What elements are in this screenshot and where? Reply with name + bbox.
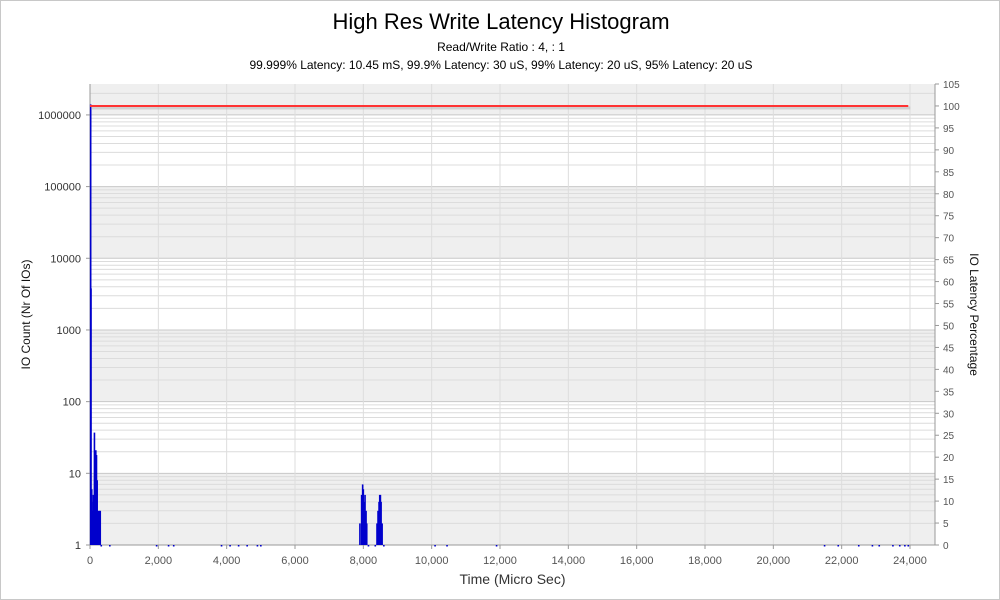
y2-tick-label: 80: [943, 190, 955, 201]
y2-tick-label: 100: [943, 102, 960, 113]
y-tick-label: 100: [63, 397, 81, 409]
histogram-bar: [237, 545, 240, 547]
x-tick-label: 6,000: [281, 555, 309, 567]
histogram-bar: [374, 545, 377, 547]
histogram-bar: [100, 545, 103, 547]
x-tick-label: 22,000: [825, 555, 859, 567]
histogram-bar: [246, 545, 248, 547]
histogram-bar: [220, 545, 223, 547]
y2-tick-label: 15: [943, 475, 955, 486]
y2-tick-label: 75: [943, 212, 955, 223]
y2-axis-label: IO Latency Percentage: [967, 253, 981, 376]
y-tick-label: 10000: [50, 253, 81, 265]
y-tick-label: 1000: [57, 325, 81, 337]
histogram-bar: [898, 545, 901, 547]
histogram-bar: [260, 545, 262, 547]
y-axis-label: IO Count (Nr Of IOs): [19, 259, 33, 369]
histogram-bar: [229, 545, 231, 547]
x-tick-label: 18,000: [688, 555, 722, 567]
y2-tick-label: 50: [943, 321, 955, 332]
histogram-bar: [907, 545, 910, 547]
histogram-bar: [367, 545, 370, 547]
histogram-bar: [359, 523, 361, 545]
y2-tick-label: 5: [943, 519, 949, 530]
histogram-bar: [892, 545, 894, 547]
y2-tick-label: 70: [943, 234, 955, 245]
y2-tick-label: 10: [943, 497, 955, 508]
x-tick-label: 10,000: [415, 555, 449, 567]
x-tick-label: 14,000: [552, 555, 586, 567]
x-tick-label: 16,000: [620, 555, 654, 567]
y2-tick-label: 40: [943, 365, 955, 376]
x-tick-label: 12,000: [483, 555, 517, 567]
histogram-bar: [167, 545, 170, 547]
histogram-bar: [904, 545, 906, 547]
y2-tick-label: 95: [943, 124, 955, 135]
x-tick-label: 0: [87, 555, 93, 567]
histogram-bar: [383, 545, 385, 547]
x-tick-label: 20,000: [757, 555, 791, 567]
y2-tick-label: 105: [943, 80, 960, 91]
y2-tick-label: 35: [943, 387, 955, 398]
y2-tick-label: 45: [943, 343, 955, 354]
y2-tick-label: 55: [943, 300, 955, 311]
histogram-bar: [109, 545, 111, 547]
histogram-bar: [871, 545, 874, 547]
histogram-bar: [381, 523, 383, 545]
x-tick-label: 2,000: [145, 555, 173, 567]
histogram-bar: [434, 545, 436, 547]
histogram-chart: 0 2,000 4,000 6,000 8,000 10,000 12,000 14,000 1…: [19, 80, 981, 587]
y2-tick-label: 30: [943, 409, 955, 420]
histogram-bar: [256, 545, 259, 547]
histogram-bar: [365, 523, 368, 545]
x-tick-label: 8,000: [350, 555, 378, 567]
histogram-bar: [878, 545, 881, 547]
histogram-bar: [837, 545, 840, 547]
y-tick-label: 1: [75, 540, 81, 552]
histogram-bar: [823, 545, 826, 547]
y2-tick-label: 0: [943, 541, 949, 552]
x-tick-label: 4,000: [213, 555, 241, 567]
y-tick-label: 1000000: [38, 110, 81, 122]
y2-tick-label: 65: [943, 256, 955, 267]
histogram-bar: [155, 545, 158, 547]
y2-tick-label: 25: [943, 431, 955, 442]
y-tick-label: 100000: [44, 182, 81, 194]
histogram-bar: [172, 545, 175, 547]
y2-tick-label: 20: [943, 453, 955, 464]
x-axis-label: Time (Micro Sec): [459, 571, 565, 587]
x-tick-label: 24,000: [893, 555, 927, 567]
y2-tick-label: 90: [943, 146, 955, 157]
y2-tick-label: 60: [943, 278, 955, 289]
histogram-bar: [99, 510, 102, 545]
histogram-bar: [495, 545, 498, 547]
histogram-bar: [446, 545, 448, 547]
histogram-bar: [857, 545, 860, 547]
y2-tick-label: 85: [943, 168, 955, 179]
grid-band: [90, 84, 935, 115]
y-tick-label: 10: [69, 468, 81, 480]
